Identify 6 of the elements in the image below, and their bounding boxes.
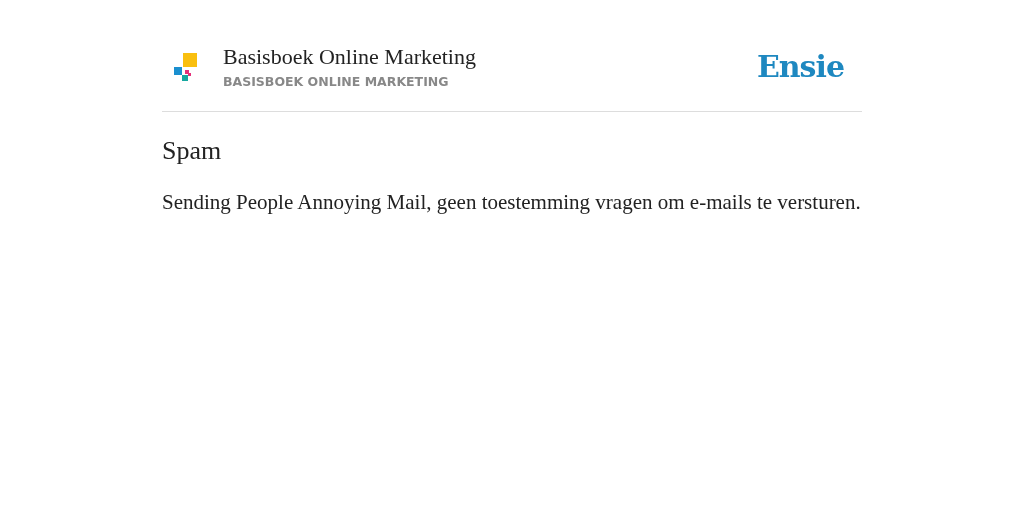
term-heading: Spam: [162, 136, 223, 166]
book-subtitle: BASISBOEK ONLINE MARKETING: [223, 74, 450, 89]
definition-text: Sending People Annoying Mail, geen toestemming vragen om e-mails te versturen.: [162, 189, 862, 216]
book-title: Basisboek Online Marketing: [223, 44, 477, 70]
brand-logo[interactable]: Ensie: [756, 49, 844, 84]
logo-icon: [174, 52, 197, 81]
